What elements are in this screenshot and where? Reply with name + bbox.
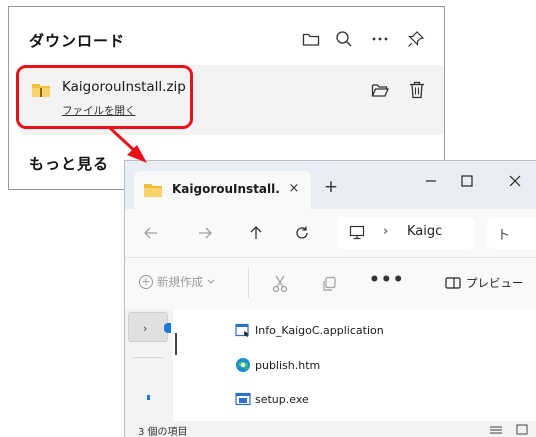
exe-file-icon: [235, 392, 251, 406]
preview-button-label: プレビュー: [466, 276, 524, 290]
application-file-icon: [235, 323, 249, 337]
trash-icon[interactable]: [406, 79, 428, 101]
close-window-button[interactable]: [501, 169, 529, 193]
file-name: setup.exe: [255, 392, 309, 406]
plus-icon: +: [139, 275, 153, 289]
command-bar: + 新規作成 ••• プレビュー: [125, 257, 536, 309]
navigation-pane: ›: [125, 309, 173, 421]
nav-pane-divider: [133, 357, 163, 358]
pane-resize-handle[interactable]: [175, 333, 177, 355]
back-arrow-icon[interactable]: [139, 221, 163, 245]
nav-pane-selected-item[interactable]: ›: [128, 312, 171, 342]
navigation-bar: › Kaigc ト: [125, 209, 536, 257]
forward-arrow-icon[interactable]: [193, 221, 217, 245]
edge-icon: [236, 358, 250, 372]
search-text: ト: [497, 228, 511, 243]
tiles-view-icon[interactable]: [515, 423, 529, 436]
title-bar: KaigorouInstall. × +: [125, 161, 536, 209]
up-arrow-icon[interactable]: [244, 221, 268, 245]
more-icon[interactable]: [367, 26, 393, 52]
folder-open-icon[interactable]: [369, 79, 391, 101]
downloads-title: ダウンロード: [29, 32, 126, 50]
see-more-link[interactable]: もっと見る: [29, 153, 109, 174]
new-button-label: 新規作成: [157, 275, 203, 289]
pin-icon[interactable]: [403, 26, 429, 52]
folder-icon[interactable]: [298, 26, 324, 52]
cloud-icon: [164, 323, 171, 333]
breadcrumb[interactable]: Kaigc: [407, 224, 442, 239]
file-name: publish.htm: [255, 358, 321, 372]
file-explorer-window: KaigorouInstall. × + › Kaigc ト + 新規作成 ••…: [124, 160, 536, 437]
item-count: 3 個の項目: [138, 427, 188, 437]
address-bar[interactable]: › Kaigc: [337, 217, 475, 249]
tab-kaigorou-install[interactable]: KaigorouInstall. ×: [134, 171, 311, 209]
minimize-button[interactable]: [417, 169, 445, 193]
tab-close-button[interactable]: ×: [284, 179, 304, 199]
file-name: Info_KaigoC.application: [255, 323, 384, 337]
toolbar-divider: [248, 268, 249, 298]
preview-button[interactable]: プレビュー: [445, 275, 524, 291]
highlight-callout: [16, 65, 193, 129]
status-bar: 3 個の項目: [125, 421, 536, 437]
file-list-area: › Info_KaigoC.application publish.htm se…: [125, 309, 536, 421]
monitor-icon: [349, 225, 365, 244]
nav-pane-marker: [147, 395, 150, 400]
search-input[interactable]: ト: [487, 217, 536, 249]
new-button[interactable]: + 新規作成: [139, 274, 215, 290]
list-item[interactable]: publish.htm: [235, 357, 320, 373]
maximize-button[interactable]: [453, 169, 481, 193]
more-options-button[interactable]: •••: [369, 270, 405, 290]
chevron-right-icon[interactable]: ›: [143, 322, 147, 335]
details-view-icon[interactable]: [489, 423, 503, 436]
search-icon[interactable]: [331, 26, 357, 52]
refresh-icon[interactable]: [290, 221, 314, 245]
list-item[interactable]: setup.exe: [235, 392, 309, 406]
list-item[interactable]: Info_KaigoC.application: [235, 323, 384, 337]
preview-pane-icon: [445, 277, 461, 289]
folder-icon: [143, 182, 163, 202]
chevron-down-icon: [207, 279, 215, 284]
new-tab-button[interactable]: +: [321, 177, 341, 197]
copy-icon[interactable]: [319, 274, 339, 294]
cut-icon[interactable]: [270, 274, 290, 294]
tab-title: KaigorouInstall.: [172, 182, 280, 196]
breadcrumb-separator: ›: [383, 224, 389, 239]
